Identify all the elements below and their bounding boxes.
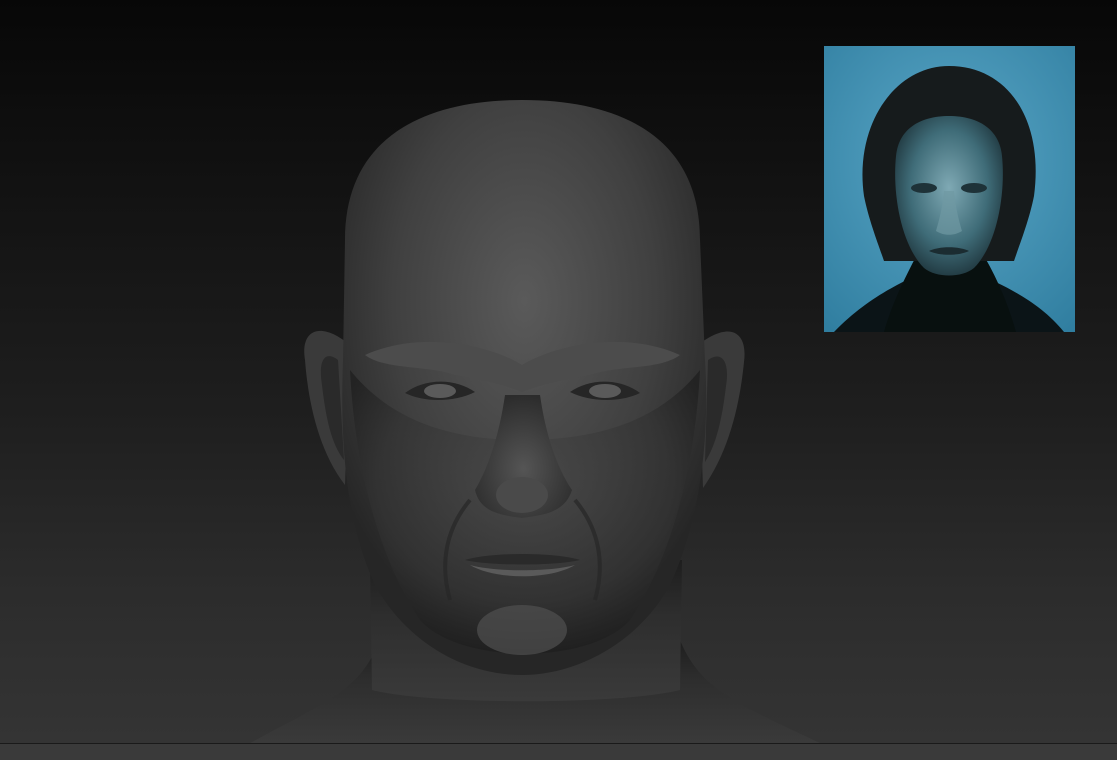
bottom-bar [0, 743, 1117, 760]
reference-photo[interactable] [824, 46, 1075, 332]
ref-left-eye [911, 183, 937, 193]
nose-tip [496, 477, 548, 513]
ref-right-eye [961, 183, 987, 193]
sculpt-canvas[interactable] [0, 0, 1117, 760]
right-eyeball [589, 384, 621, 398]
chin [477, 605, 567, 655]
reference-portrait [824, 46, 1075, 332]
left-eyeball [424, 384, 456, 398]
